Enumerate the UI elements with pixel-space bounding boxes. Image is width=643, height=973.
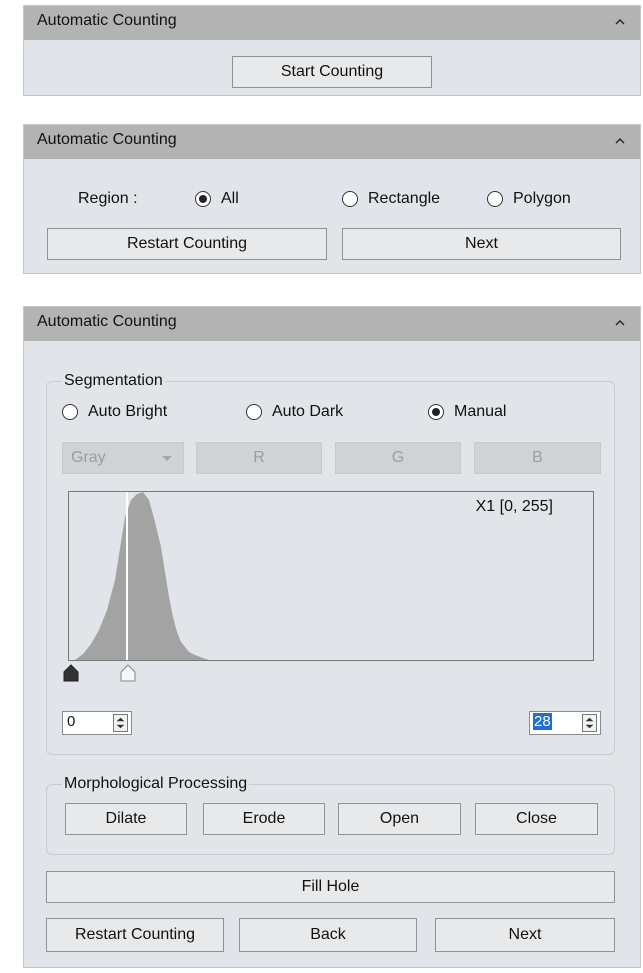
histogram-range-label: X1 [0, 255] [475,498,553,515]
region-all-radio[interactable]: All [195,190,239,208]
morphological-processing-label: Morphological Processing [62,775,250,793]
spin-arrows-icon[interactable] [113,714,128,732]
radio-checked-icon [195,191,211,207]
channel-b-button[interactable]: B [474,442,601,474]
high-threshold-slider-handle[interactable] [119,664,137,682]
radio-label: Auto Dark [272,403,344,420]
panel-title: Automatic Counting [37,131,177,148]
next-button[interactable]: Next [435,918,615,952]
panel-header[interactable]: Automatic Counting [24,125,640,159]
histogram-area [75,492,209,660]
automatic-counting-panel-collapsed: Automatic Counting Start Counting [23,5,641,96]
radio-label: Rectangle [368,190,441,207]
auto-bright-radio[interactable]: Auto Bright [62,403,167,421]
panel-title: Automatic Counting [37,313,177,330]
radio-unchecked-icon [487,191,503,207]
channel-r-button[interactable]: R [196,442,322,474]
low-threshold-value: 0 [67,713,76,730]
histogram-panel[interactable]: X1 [0, 255] [68,491,594,661]
open-button[interactable]: Open [338,803,461,835]
radio-label: All [221,190,239,207]
segmentation-label: Segmentation [62,372,165,390]
dilate-button[interactable]: Dilate [65,803,187,835]
radio-label: Auto Bright [88,403,168,420]
low-threshold-spinbox[interactable]: 0 [62,711,132,735]
erode-button[interactable]: Erode [203,803,325,835]
next-button[interactable]: Next [342,228,621,260]
region-polygon-radio[interactable]: Polygon [487,190,571,208]
restart-counting-button[interactable]: Restart Counting [46,918,224,952]
chevron-up-icon[interactable] [614,11,626,31]
automatic-counting-panel-region: Automatic Counting Region : All Rectangl… [23,124,641,274]
panel-header[interactable]: Automatic Counting [24,307,640,341]
radio-checked-icon [428,404,444,420]
histogram-graph [75,492,209,660]
radio-label: Manual [454,403,507,420]
channel-g-button[interactable]: G [335,442,461,474]
high-threshold-spinbox[interactable]: 28 [529,711,601,735]
low-threshold-slider-handle[interactable] [62,664,80,682]
region-rectangle-radio[interactable]: Rectangle [342,190,440,208]
radio-label: Polygon [513,190,571,207]
channel-select-value: Gray [71,449,106,466]
threshold-line [126,492,128,660]
spin-arrows-icon[interactable] [582,714,597,732]
region-label: Region : [78,190,138,207]
radio-unchecked-icon [246,404,262,420]
chevron-up-icon[interactable] [614,312,626,332]
restart-counting-button[interactable]: Restart Counting [47,228,327,260]
chevron-up-icon[interactable] [614,130,626,150]
manual-radio[interactable]: Manual [428,403,506,421]
high-threshold-value: 28 [533,713,552,730]
channel-select[interactable]: Gray [62,442,184,474]
auto-dark-radio[interactable]: Auto Dark [246,403,343,421]
panel-header[interactable]: Automatic Counting [24,6,640,40]
panel-title: Automatic Counting [37,12,177,29]
chevron-down-icon [162,456,172,461]
automatic-counting-panel-segmentation: Automatic Counting Segmentation Auto Bri… [23,306,641,968]
radio-unchecked-icon [342,191,358,207]
back-button[interactable]: Back [239,918,417,952]
radio-unchecked-icon [62,404,78,420]
fill-hole-button[interactable]: Fill Hole [46,871,615,903]
close-button[interactable]: Close [475,803,598,835]
start-counting-button[interactable]: Start Counting [232,56,432,88]
